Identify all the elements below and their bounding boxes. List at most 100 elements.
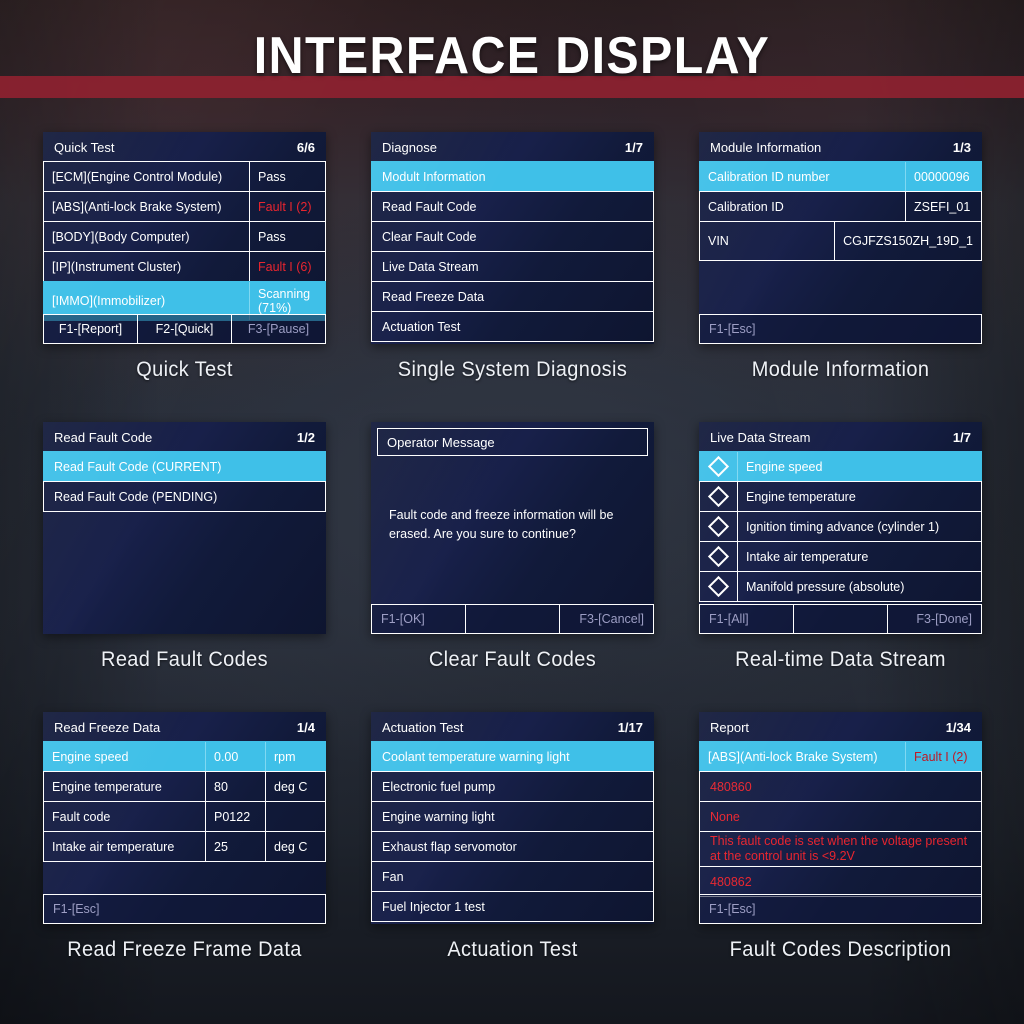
f1-esc-button[interactable]: F1-[Esc] bbox=[699, 314, 982, 344]
menu-item-read-fault-code-pending[interactable]: Read Fault Code (PENDING) bbox=[43, 481, 326, 512]
table-row[interactable]: None bbox=[699, 801, 982, 832]
list-item-label: Ignition timing advance (cylinder 1) bbox=[746, 519, 940, 534]
diamond-checkbox-icon[interactable] bbox=[700, 572, 738, 601]
f3-pause-button[interactable]: F3-[Pause] bbox=[231, 314, 326, 344]
screen-pager: 1/4 bbox=[296, 719, 315, 735]
f1-all-button[interactable]: F1-[All] bbox=[699, 604, 794, 634]
f1-ok-button[interactable]: F1-[OK] bbox=[371, 604, 466, 634]
row-list: [ABS](Anti-lock Brake System) Fault I (2… bbox=[699, 741, 982, 897]
table-row-selected[interactable]: Engine speed 0.00 rpm bbox=[43, 741, 326, 772]
table-row[interactable]: [ECM](Engine Control Module) Pass bbox=[43, 161, 326, 192]
diamond-checkbox-icon[interactable] bbox=[700, 482, 738, 511]
diamond-checkbox-icon[interactable] bbox=[700, 512, 738, 541]
list-item-selected[interactable]: Engine speed bbox=[699, 451, 982, 482]
menu-item-label: Clear Fault Code bbox=[382, 229, 477, 244]
table-row[interactable]: 480860 bbox=[699, 771, 982, 802]
f1-report-button[interactable]: F1-[Report] bbox=[43, 314, 138, 344]
screen-title-bar: Diagnose 1/7 bbox=[371, 132, 654, 162]
menu-item-read-freeze-data[interactable]: Read Freeze Data bbox=[371, 281, 654, 312]
menu-item-read-fault-code[interactable]: Read Fault Code bbox=[371, 191, 654, 222]
card-caption: Read Freeze Frame Data bbox=[67, 938, 302, 961]
row-label: [ABS](Anti-lock Brake System) bbox=[708, 749, 878, 764]
screen-title: Read Fault Code bbox=[54, 429, 153, 445]
row-label: VIN bbox=[708, 233, 729, 248]
table-row[interactable]: 480862 bbox=[699, 866, 982, 897]
menu-item-clear-fault-code[interactable]: Clear Fault Code bbox=[371, 221, 654, 252]
menu-item-electronic-fuel-pump[interactable]: Electronic fuel pump bbox=[371, 771, 654, 802]
menu-item-fan[interactable]: Fan bbox=[371, 861, 654, 892]
screen-title: Live Data Stream bbox=[710, 429, 811, 445]
f1-esc-button[interactable]: F1-[Esc] bbox=[43, 894, 326, 924]
menu-item-read-fault-code-current[interactable]: Read Fault Code (CURRENT) bbox=[43, 451, 326, 482]
row-label: [ABS](Anti-lock Brake System) bbox=[52, 199, 222, 214]
list-item[interactable]: Engine temperature bbox=[699, 481, 982, 512]
menu-item-label: Coolant temperature warning light bbox=[382, 749, 570, 764]
card-single-system-diagnosis: Diagnose 1/7 Modult Information Read Fau… bbox=[371, 132, 654, 382]
menu-item-label: Live Data Stream bbox=[382, 259, 479, 274]
screen-pager: 1/17 bbox=[617, 719, 643, 735]
row-value: ZSEFI_01 bbox=[905, 192, 981, 221]
diamond-checkbox-icon[interactable] bbox=[700, 542, 738, 571]
card-caption: Clear Fault Codes bbox=[428, 648, 597, 671]
screen-title-bar: Quick Test 6/6 bbox=[43, 132, 326, 162]
card-actuation-test: Actuation Test 1/17 Coolant temperature … bbox=[371, 712, 654, 962]
screen-pager: 1/3 bbox=[952, 139, 971, 155]
list-item[interactable]: Manifold pressure (absolute) bbox=[699, 571, 982, 602]
f2-quick-button[interactable]: F2-[Quick] bbox=[137, 314, 232, 344]
screen-pager: 1/34 bbox=[945, 719, 971, 735]
card-row-1: Quick Test 6/6 [ECM](Engine Control Modu… bbox=[0, 132, 1024, 422]
list-item[interactable]: Intake air temperature bbox=[699, 541, 982, 572]
screen-title-bar: Read Freeze Data 1/4 bbox=[43, 712, 326, 742]
row-label: Fault code bbox=[52, 809, 111, 824]
table-row-selected[interactable]: Calibration ID number 00000096 bbox=[699, 161, 982, 192]
screen-title: Diagnose bbox=[382, 139, 437, 155]
list-item-label: Engine speed bbox=[746, 459, 823, 474]
table-row[interactable]: This fault code is set when the voltage … bbox=[699, 831, 982, 867]
table-row[interactable]: [IP](Instrument Cluster) Fault I (6) bbox=[43, 251, 326, 282]
menu-item-engine-warning-light[interactable]: Engine warning light bbox=[371, 801, 654, 832]
function-button-bar: F1-[Esc] bbox=[43, 894, 326, 924]
row-unit: deg C bbox=[265, 772, 325, 801]
menu-item-live-data-stream[interactable]: Live Data Stream bbox=[371, 251, 654, 282]
menu-item-actuation-test[interactable]: Actuation Test bbox=[371, 311, 654, 342]
table-row[interactable]: Calibration ID ZSEFI_01 bbox=[699, 191, 982, 222]
menu-item-module-information[interactable]: Modult Information bbox=[371, 161, 654, 192]
row-label: 480860 bbox=[710, 779, 752, 794]
screen-title-bar: Report 1/34 bbox=[699, 712, 982, 742]
menu-item-label: Read Fault Code bbox=[382, 199, 477, 214]
list-item[interactable]: Ignition timing advance (cylinder 1) bbox=[699, 511, 982, 542]
f1-esc-button[interactable]: F1-[Esc] bbox=[699, 894, 982, 924]
table-row[interactable]: VIN CGJFZS150ZH_19D_1 bbox=[699, 221, 982, 261]
menu-list: Coolant temperature warning light Electr… bbox=[371, 741, 654, 922]
menu-item-coolant-temperature-warning-light[interactable]: Coolant temperature warning light bbox=[371, 741, 654, 772]
row-unit: deg C bbox=[265, 832, 325, 861]
function-button-bar: F1-[Esc] bbox=[699, 314, 982, 344]
page-title: INTERFACE DISPLAY bbox=[253, 27, 771, 85]
card-row-3: Read Freeze Data 1/4 Engine speed 0.00 r… bbox=[0, 712, 1024, 1002]
screen-diagnose: Diagnose 1/7 Modult Information Read Fau… bbox=[371, 132, 654, 344]
card-quick-test: Quick Test 6/6 [ECM](Engine Control Modu… bbox=[43, 132, 326, 382]
card-row-2: Read Fault Code 1/2 Read Fault Code (CUR… bbox=[0, 422, 1024, 712]
table-row[interactable]: [BODY](Body Computer) Pass bbox=[43, 221, 326, 252]
table-row-selected[interactable]: [ABS](Anti-lock Brake System) Fault I (2… bbox=[699, 741, 982, 772]
menu-item-fuel-injector-1-test[interactable]: Fuel Injector 1 test bbox=[371, 891, 654, 922]
f3-cancel-button[interactable]: F3-[Cancel] bbox=[559, 604, 654, 634]
function-button-bar: F1-[All] F3-[Done] bbox=[699, 604, 982, 634]
menu-item-label: Electronic fuel pump bbox=[382, 779, 496, 794]
table-row[interactable]: Intake air temperature 25 deg C bbox=[43, 831, 326, 862]
row-unit: rpm bbox=[265, 742, 325, 771]
table-row[interactable]: [ABS](Anti-lock Brake System) Fault I (2… bbox=[43, 191, 326, 222]
diamond-checkbox-icon[interactable] bbox=[700, 452, 738, 481]
menu-item-exhaust-flap-servomotor[interactable]: Exhaust flap servomotor bbox=[371, 831, 654, 862]
row-label: [IP](Instrument Cluster) bbox=[52, 259, 182, 274]
screen-pager: 1/7 bbox=[952, 429, 971, 445]
list-item-label: Intake air temperature bbox=[746, 549, 869, 564]
menu-item-label: Engine warning light bbox=[382, 809, 495, 824]
row-label: Engine speed bbox=[52, 749, 129, 764]
poster-root: INTERFACE DISPLAY Quick Test 6/6 [ECM](E… bbox=[0, 0, 1024, 1024]
table-row[interactable]: Fault code P0122 bbox=[43, 801, 326, 832]
menu-item-label: Read Freeze Data bbox=[382, 289, 485, 304]
row-value: 00000096 bbox=[905, 162, 981, 191]
f3-done-button[interactable]: F3-[Done] bbox=[887, 604, 982, 634]
table-row[interactable]: Engine temperature 80 deg C bbox=[43, 771, 326, 802]
